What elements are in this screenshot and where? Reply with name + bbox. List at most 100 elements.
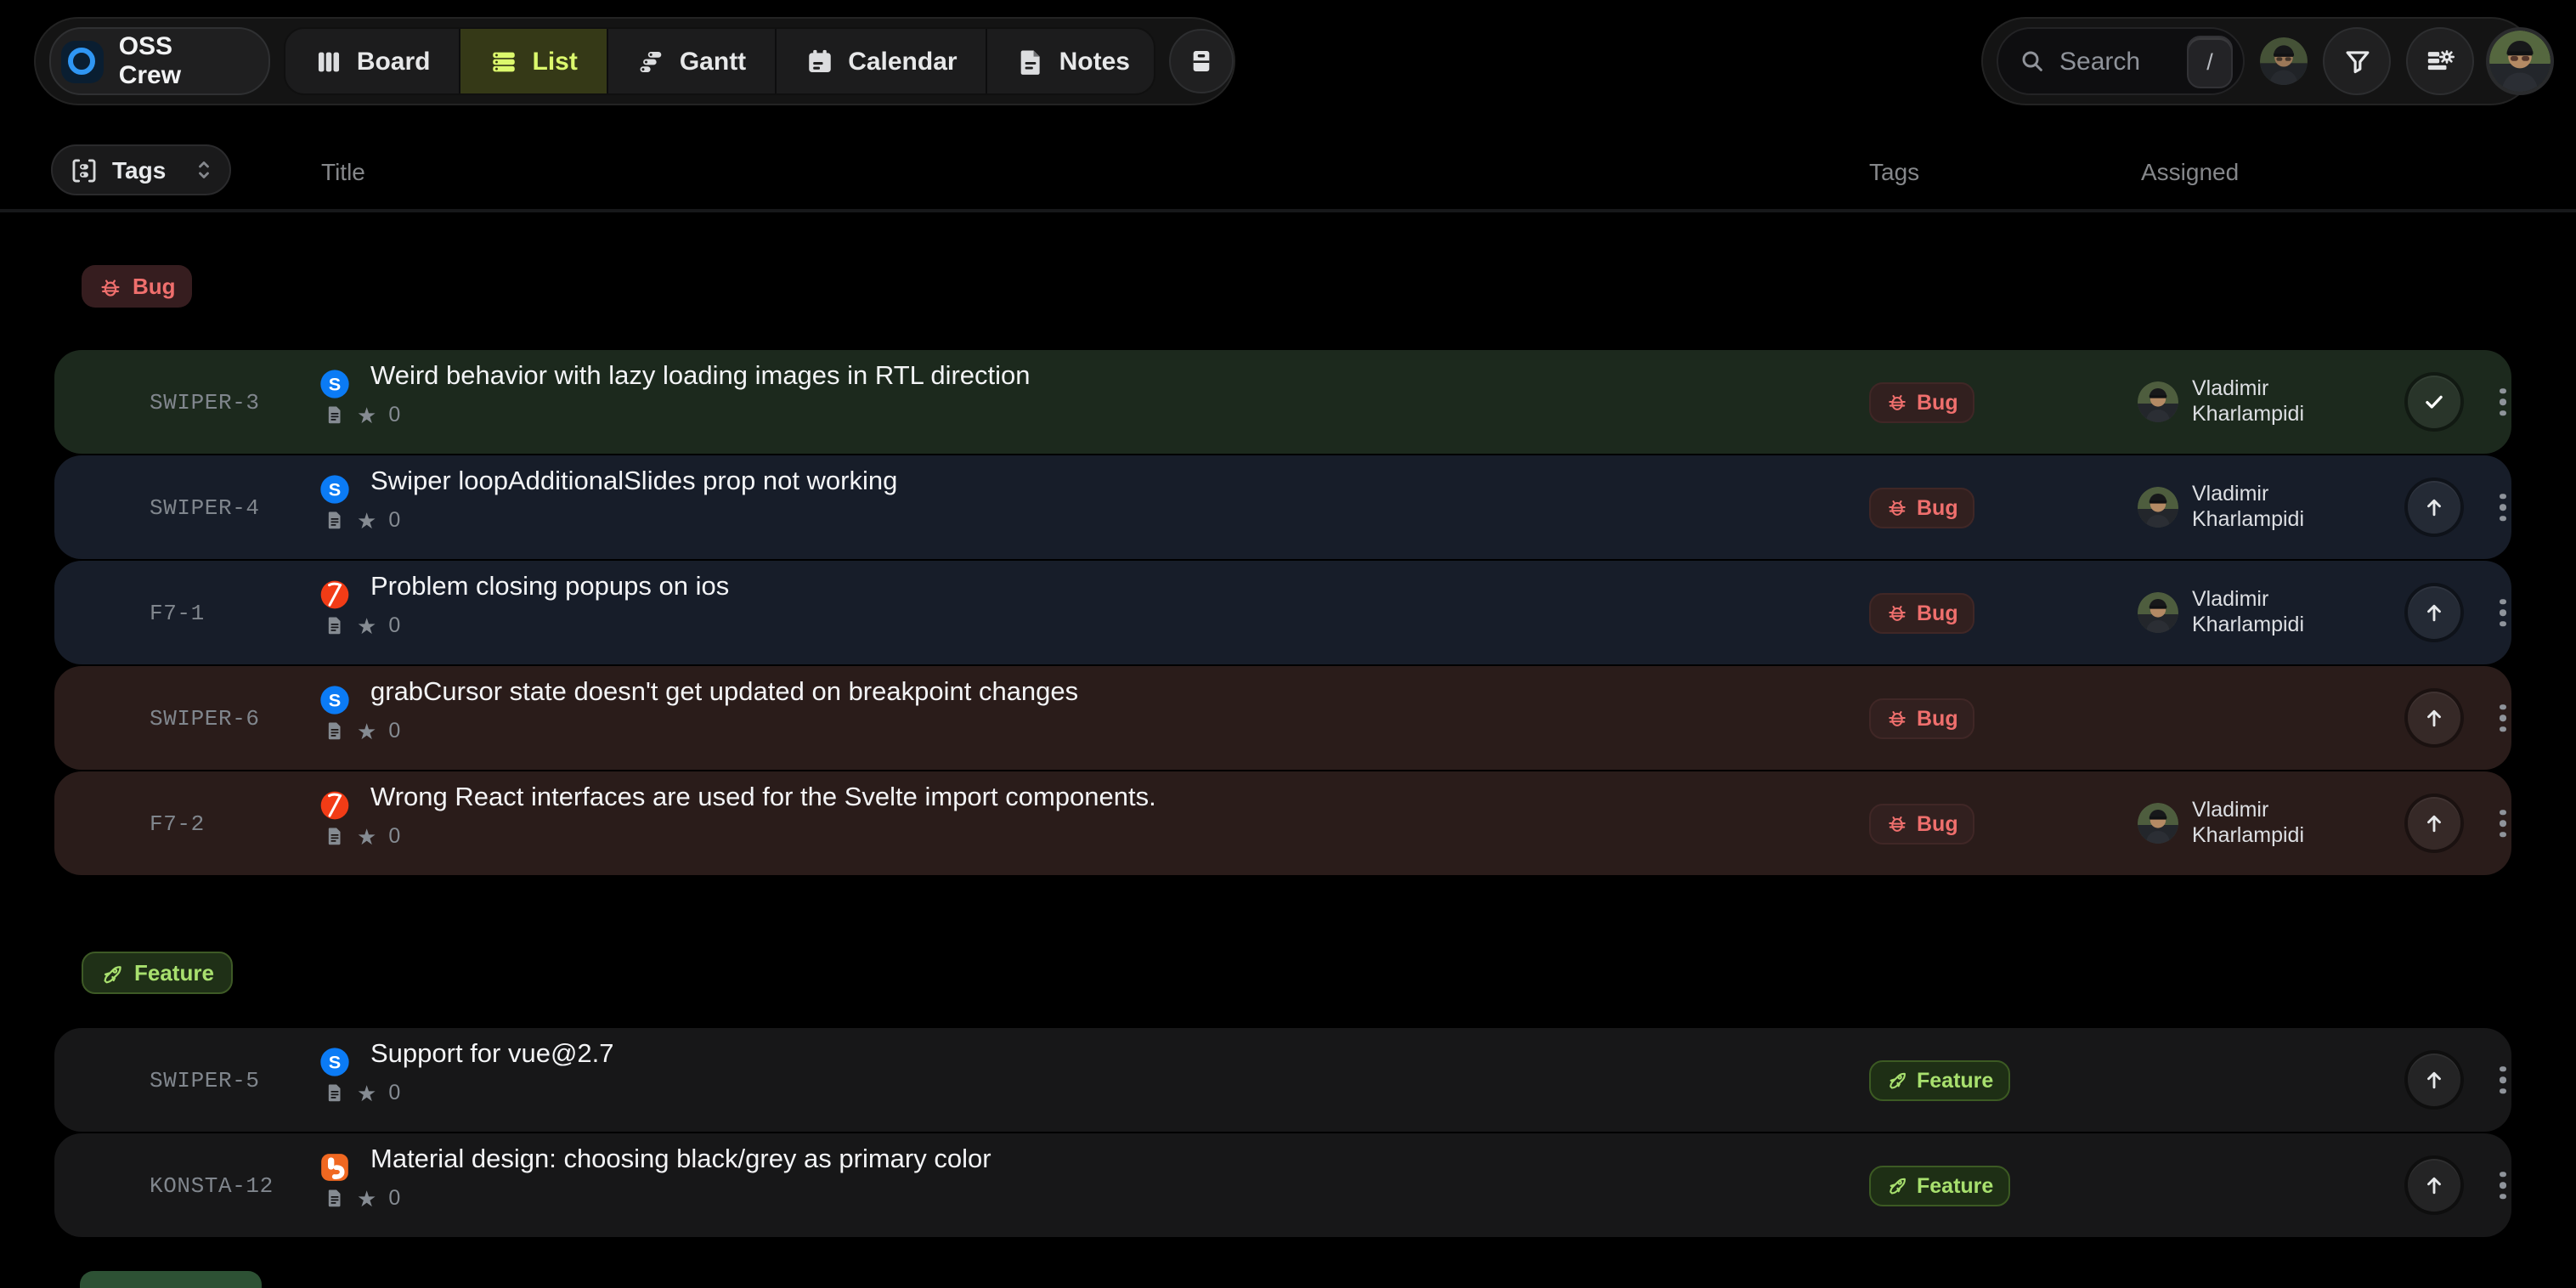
tag-label: Feature — [1917, 1068, 1993, 1092]
star-icon: ★ — [357, 825, 376, 847]
description-icon — [325, 1186, 345, 1210]
task-row[interactable]: SWIPER-6 S grabCursor state doesn't get … — [54, 666, 2511, 770]
row-menu-button[interactable] — [2493, 381, 2512, 423]
group-by-label: Tags — [112, 156, 166, 184]
row-menu-button[interactable] — [2493, 802, 2512, 845]
star-icon: ★ — [357, 1082, 376, 1104]
search-input[interactable]: Search / — [1997, 27, 2245, 95]
filter-button[interactable] — [2323, 27, 2391, 95]
row-menu-button[interactable] — [2493, 1164, 2512, 1206]
tab-gantt[interactable]: Gantt — [607, 29, 775, 93]
row-menu-button[interactable] — [2493, 1059, 2512, 1101]
toolbar-left: OSS Crew Board List Gantt Calendar Notes — [34, 17, 1235, 105]
tab-label: Calendar — [848, 47, 957, 76]
rocket-icon — [1886, 1069, 1908, 1091]
assignee[interactable]: Vladimir Kharlampidi — [2138, 376, 2338, 428]
upvote-button[interactable] — [2408, 692, 2460, 744]
upvote-button[interactable] — [2408, 586, 2460, 639]
star-count: 0 — [388, 719, 400, 743]
star-icon: ★ — [357, 509, 376, 531]
upvote-button[interactable] — [2408, 481, 2460, 534]
task-meta: ★ 0 — [325, 613, 400, 637]
arrow-up-icon — [2421, 1067, 2447, 1093]
tag-pill-bug[interactable]: Bug — [1869, 803, 1975, 844]
section-label: Bug — [133, 274, 176, 299]
description-icon — [325, 1081, 345, 1104]
upvote-button[interactable] — [2408, 1054, 2460, 1106]
task-meta: ★ 0 — [325, 719, 400, 743]
column-header-title: Title — [321, 158, 365, 185]
svg-text:S: S — [329, 374, 341, 395]
row-menu-button[interactable] — [2493, 486, 2512, 528]
section-badge-feature[interactable]: Feature — [82, 952, 233, 994]
upvote-button[interactable] — [2408, 797, 2460, 850]
star-icon: ★ — [357, 404, 376, 426]
tab-list[interactable]: List — [460, 29, 607, 93]
star-icon: ★ — [357, 614, 376, 636]
arrow-up-icon — [2421, 811, 2447, 836]
assignee-avatar — [2138, 803, 2178, 844]
task-row[interactable]: SWIPER-3 S Weird behavior with lazy load… — [54, 350, 2511, 454]
section-label: Feature — [134, 960, 214, 986]
task-key: SWIPER-5 — [150, 1067, 260, 1093]
archive-button[interactable] — [1169, 29, 1234, 93]
star-icon: ★ — [357, 720, 376, 742]
tab-notes[interactable]: Notes — [986, 29, 1155, 93]
notes-icon — [1017, 47, 1046, 76]
svg-text:S: S — [329, 479, 341, 500]
workspace-name: OSS Crew — [119, 32, 241, 90]
task-title: Wrong React interfaces are used for the … — [370, 780, 1156, 816]
filter-icon — [2341, 45, 2373, 77]
assignee-name: Vladimir Kharlampidi — [2192, 481, 2338, 534]
tag-pill-feature[interactable]: Feature — [1869, 1059, 2010, 1100]
task-row[interactable]: KONSTA-12 Material design: choosing blac… — [54, 1133, 2511, 1237]
assignee[interactable]: Vladimir Kharlampidi — [2138, 481, 2338, 534]
assignee-name: Vladimir Kharlampidi — [2192, 797, 2338, 850]
assignee-avatar — [2138, 487, 2178, 528]
task-title: Swiper loopAdditionalSlides prop not wor… — [370, 464, 897, 500]
app-window: OSS Crew Board List Gantt Calendar Notes — [0, 0, 2576, 1288]
select-chevrons-icon — [193, 156, 213, 184]
description-icon — [325, 719, 345, 743]
svg-text:S: S — [329, 690, 341, 711]
column-header-tags: Tags — [1869, 158, 1919, 185]
profile-avatar[interactable] — [2489, 31, 2551, 92]
group-by-select[interactable]: Tags — [51, 144, 230, 195]
online-user-avatar[interactable] — [2260, 37, 2308, 85]
tag-pill-feature[interactable]: Feature — [1869, 1165, 2010, 1206]
star-count: 0 — [388, 403, 400, 427]
swiper-logo-icon: S — [318, 1045, 352, 1079]
row-menu-button[interactable] — [2493, 697, 2512, 739]
tab-board[interactable]: Board — [285, 29, 460, 93]
board-settings-button[interactable] — [2406, 27, 2474, 95]
bug-icon — [1886, 812, 1908, 834]
task-row[interactable]: SWIPER-4 S Swiper loopAdditionalSlides p… — [54, 455, 2511, 559]
tag-pill-bug[interactable]: Bug — [1869, 698, 1975, 738]
rocket-icon — [100, 961, 124, 985]
upvote-button[interactable] — [2408, 1159, 2460, 1212]
assignee[interactable]: Vladimir Kharlampidi — [2138, 586, 2338, 639]
tag-label: Bug — [1917, 495, 1958, 519]
bug-icon — [1886, 496, 1908, 518]
search-icon — [2019, 48, 2046, 75]
tag-pill-bug[interactable]: Bug — [1869, 592, 1975, 633]
done-button[interactable] — [2408, 376, 2460, 428]
arrow-up-icon — [2421, 1172, 2447, 1198]
assignee[interactable]: Vladimir Kharlampidi — [2138, 797, 2338, 850]
row-menu-button[interactable] — [2493, 591, 2512, 634]
description-icon — [325, 508, 345, 532]
workspace-switcher[interactable]: OSS Crew — [49, 27, 270, 95]
arrow-up-icon — [2421, 600, 2447, 625]
search-placeholder: Search — [2059, 47, 2173, 76]
task-title: grabCursor state doesn't get updated on … — [370, 675, 1078, 710]
task-row[interactable]: F7-2 Wrong React interfaces are used for… — [54, 771, 2511, 875]
section-badge-partial[interactable] — [80, 1271, 262, 1288]
task-row[interactable]: F7-1 Problem closing popups on ios ★ 0 B… — [54, 561, 2511, 664]
tag-pill-bug[interactable]: Bug — [1869, 381, 1975, 422]
task-row[interactable]: SWIPER-5 S Support for vue@2.7 ★ 0 Featu… — [54, 1028, 2511, 1132]
board-icon — [314, 47, 343, 76]
section-badge-bug[interactable]: Bug — [82, 265, 193, 308]
tab-calendar[interactable]: Calendar — [775, 29, 986, 93]
task-key: SWIPER-6 — [150, 705, 260, 731]
tag-pill-bug[interactable]: Bug — [1869, 487, 1975, 528]
